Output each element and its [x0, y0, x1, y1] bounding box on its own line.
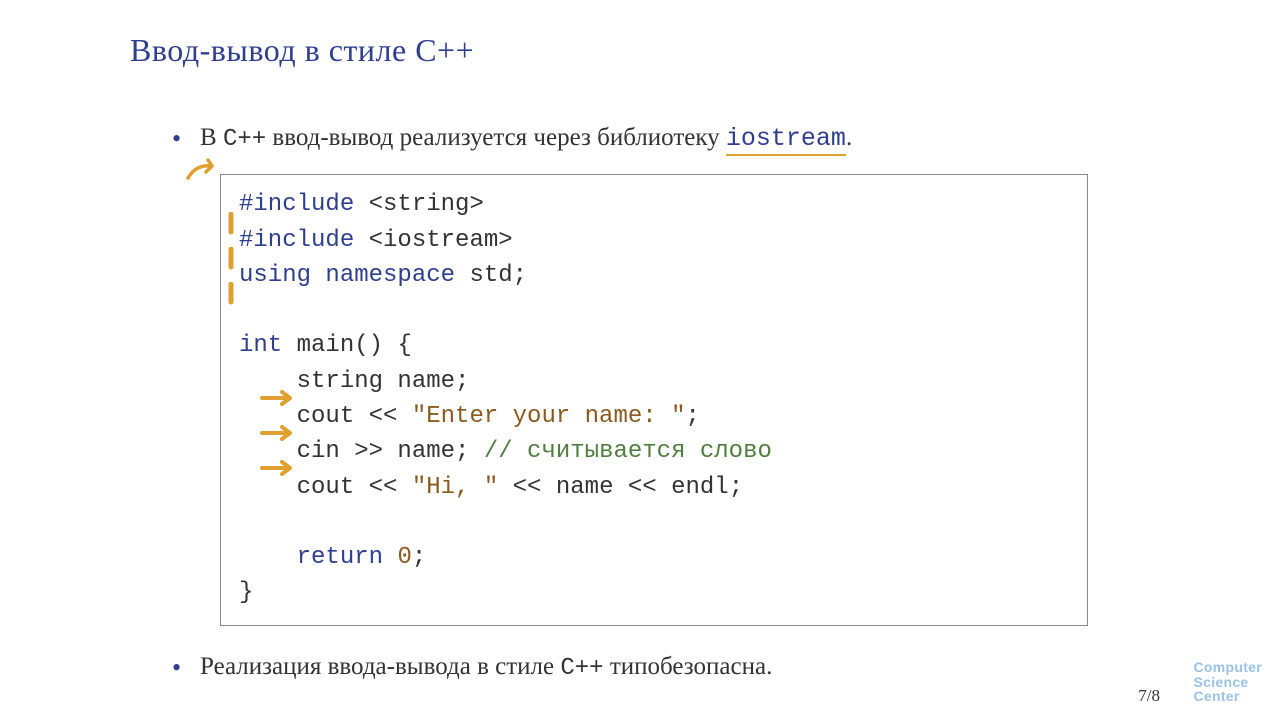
- bullet-1-lib: iostream: [726, 124, 846, 156]
- bullet-2: Реализация ввода-вывода в стиле C++ типо…: [200, 650, 1150, 685]
- logo: Computer Science Center: [1193, 660, 1262, 704]
- bullet-1-mid: ввод-вывод реализуется через библиотеку: [266, 124, 726, 151]
- bullet-2-post: типобезопасна.: [604, 653, 773, 680]
- page-number: 7/8: [1138, 686, 1160, 706]
- slide: Ввод-вывод в стиле C++ В C++ ввод-вывод …: [0, 0, 1280, 720]
- bullet-2-cxx: C++: [560, 655, 603, 682]
- bullet-1-pre: В: [200, 124, 223, 151]
- code-content: #include <string> #include <iostream> us…: [239, 187, 1069, 610]
- bullet-1-cxx: C++: [223, 126, 266, 153]
- code-block: #include <string> #include <iostream> us…: [220, 174, 1088, 625]
- logo-line-3: Center: [1193, 689, 1262, 704]
- bullet-list-2: Реализация ввода-вывода в стиле C++ типо…: [130, 650, 1150, 685]
- logo-line-2: Science: [1193, 675, 1262, 690]
- slide-title: Ввод-вывод в стиле C++: [130, 32, 1150, 69]
- bullet-1: В C++ ввод-вывод реализуется через библи…: [200, 121, 1150, 156]
- logo-line-1: Computer: [1193, 660, 1262, 675]
- bullet-list: В C++ ввод-вывод реализуется через библи…: [130, 121, 1150, 156]
- annotation-arrow-icon: [186, 158, 220, 184]
- bullet-1-post: .: [846, 124, 852, 151]
- bullet-2-pre: Реализация ввода-вывода в стиле: [200, 653, 560, 680]
